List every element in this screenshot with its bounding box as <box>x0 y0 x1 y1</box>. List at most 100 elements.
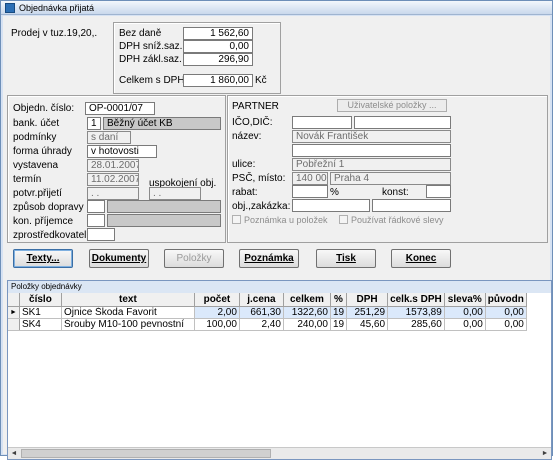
intermediary-field[interactable] <box>87 228 115 241</box>
table-cell[interactable]: SK1 <box>19 306 62 319</box>
conditions-label: podmínky <box>13 132 57 143</box>
app-icon <box>5 3 15 13</box>
table-cell[interactable]: 1573,89 <box>387 306 445 319</box>
table-cell[interactable]: 0,00 <box>485 306 527 319</box>
texts-button[interactable]: Texty... <box>13 249 73 268</box>
issued-field[interactable]: 28.01.2007 <box>87 159 139 172</box>
order-number-field[interactable]: OP-0001/07 <box>85 102 155 115</box>
fulfillment-field[interactable]: . . <box>149 187 201 200</box>
table-cell[interactable]: 0,00 <box>485 318 527 331</box>
bez-dane-label: Bez daně <box>119 28 162 39</box>
column-header[interactable]: celk.s DPH <box>387 293 445 307</box>
table-cell[interactable]: Šrouby M10-100 pevnostní <box>61 318 195 331</box>
line-discount-checkbox-label: Používat řádkové slevy <box>351 215 444 225</box>
items-table: číslo text počet j.cena celkem % DPH cel… <box>8 293 527 331</box>
checkbox-box-icon <box>232 215 241 224</box>
celkem-field[interactable]: 1 860,00 <box>183 74 253 87</box>
current-row-arrow-icon: ► <box>8 306 20 319</box>
note-button[interactable]: Poznámka <box>239 249 299 268</box>
transport-label: způsob dopravy <box>13 202 84 213</box>
constant-field[interactable] <box>426 185 451 198</box>
confirmation-field[interactable]: . . <box>87 187 139 200</box>
column-header[interactable]: počet <box>194 293 240 307</box>
row-indicator-header <box>8 293 20 307</box>
table-cell[interactable]: 19 <box>330 306 348 319</box>
name2-field[interactable] <box>292 144 451 157</box>
column-header[interactable]: číslo <box>19 293 62 307</box>
table-cell[interactable]: 661,30 <box>239 306 284 319</box>
contract-field[interactable] <box>372 199 451 212</box>
order-items-grid: Položky objednávky číslo text počet j.ce… <box>7 280 552 460</box>
table-cell[interactable]: 2,40 <box>239 318 284 331</box>
term-label: termín <box>13 174 42 185</box>
table-cell[interactable]: 100,00 <box>194 318 240 331</box>
city-field[interactable]: Praha 4 <box>330 172 451 185</box>
item-note-checkbox[interactable]: Poznámka u položek <box>232 215 328 225</box>
order-contract-label: obj.,zakázka: <box>232 201 291 212</box>
column-header[interactable]: text <box>61 293 195 307</box>
payment-form-label: forma úhrady <box>13 146 72 157</box>
transport-name-field <box>107 200 221 213</box>
row-indicator <box>8 318 20 331</box>
horizontal-scrollbar[interactable]: ◄ ► <box>8 447 551 459</box>
documents-button[interactable]: Dokumenty <box>89 249 149 268</box>
table-cell[interactable]: 251,29 <box>346 306 389 319</box>
discount-label: rabat: <box>232 187 258 198</box>
dph-sniz-label: DPH sníž.saz. <box>119 41 183 52</box>
conditions-field[interactable]: s daní <box>87 131 131 144</box>
table-cell[interactable]: 1322,60 <box>283 306 331 319</box>
table-cell[interactable]: 285,60 <box>387 318 445 331</box>
table-cell[interactable]: 0,00 <box>444 306 486 319</box>
item-note-checkbox-label: Poznámka u položek <box>244 215 328 225</box>
print-button[interactable]: Tisk <box>316 249 376 268</box>
client-area: Prodej v tuz.19,20,. Bez daně 1 562,60 D… <box>3 16 552 460</box>
bez-dane-field[interactable]: 1 562,60 <box>183 27 253 40</box>
recipient-code-field[interactable] <box>87 214 105 227</box>
ico-field[interactable] <box>292 116 352 129</box>
scroll-left-arrow-icon[interactable]: ◄ <box>8 448 20 459</box>
table-cell[interactable]: 240,00 <box>283 318 331 331</box>
items-button[interactable]: Položky <box>164 249 224 268</box>
column-header[interactable]: % <box>330 293 348 307</box>
column-header[interactable]: původn <box>485 293 527 307</box>
table-row[interactable]: ► SK1 Ojnice Škoda Favorit 2,00 661,30 1… <box>8 306 527 319</box>
payment-form-field[interactable]: v hotovosti <box>87 145 157 158</box>
column-header[interactable]: celkem <box>283 293 331 307</box>
name-label: název: <box>232 131 262 142</box>
dic-field[interactable] <box>354 116 451 129</box>
discount-field[interactable] <box>292 185 328 198</box>
dph-sniz-field[interactable]: 0,00 <box>183 40 253 53</box>
table-row[interactable]: SK4 Šrouby M10-100 pevnostní 100,00 2,40… <box>8 318 527 331</box>
column-header[interactable]: j.cena <box>239 293 284 307</box>
recipient-label: kon. příjemce <box>13 216 74 227</box>
street-field[interactable]: Pobřežní 1 <box>292 158 451 171</box>
zip-city-label: PSČ, místo: <box>232 173 286 184</box>
table-cell[interactable]: SK4 <box>19 318 62 331</box>
dph-zakl-label: DPH zákl.saz. <box>119 54 182 65</box>
table-cell[interactable]: 45,60 <box>346 318 389 331</box>
order-ref-field[interactable] <box>292 199 370 212</box>
table-cell[interactable]: 2,00 <box>194 306 240 319</box>
scroll-right-arrow-icon[interactable]: ► <box>539 448 551 459</box>
column-header[interactable]: sleva% <box>444 293 486 307</box>
bank-account-number[interactable]: 1 <box>87 117 101 130</box>
line-discount-checkbox[interactable]: Používat řádkové slevy <box>339 215 444 225</box>
close-button[interactable]: Konec <box>391 249 451 268</box>
name-field[interactable]: Novák František <box>292 130 451 143</box>
grid-title: Položky objednávky <box>8 281 551 293</box>
dph-zakl-field[interactable]: 296,90 <box>183 53 253 66</box>
table-cell[interactable]: 19 <box>330 318 348 331</box>
order-window: Objednávka přijatá Prodej v tuz.19,20,. … <box>0 0 553 460</box>
sale-type-label: Prodej v tuz.19,20,. <box>11 28 98 39</box>
user-items-button[interactable]: Uživatelské položky ... <box>337 99 447 112</box>
table-cell[interactable]: 0,00 <box>444 318 486 331</box>
table-cell[interactable]: Ojnice Škoda Favorit <box>61 306 195 319</box>
term-field[interactable]: 11.02.2007 <box>87 173 139 186</box>
intermediary-label: zprostředkovatel <box>13 230 87 241</box>
column-header[interactable]: DPH <box>346 293 389 307</box>
transport-code-field[interactable] <box>87 200 105 213</box>
zip-field[interactable]: 140 00 <box>292 172 328 185</box>
title-bar: Objednávka přijatá <box>1 1 552 15</box>
table-header: číslo text počet j.cena celkem % DPH cel… <box>8 293 527 307</box>
scrollbar-thumb[interactable] <box>21 449 271 458</box>
